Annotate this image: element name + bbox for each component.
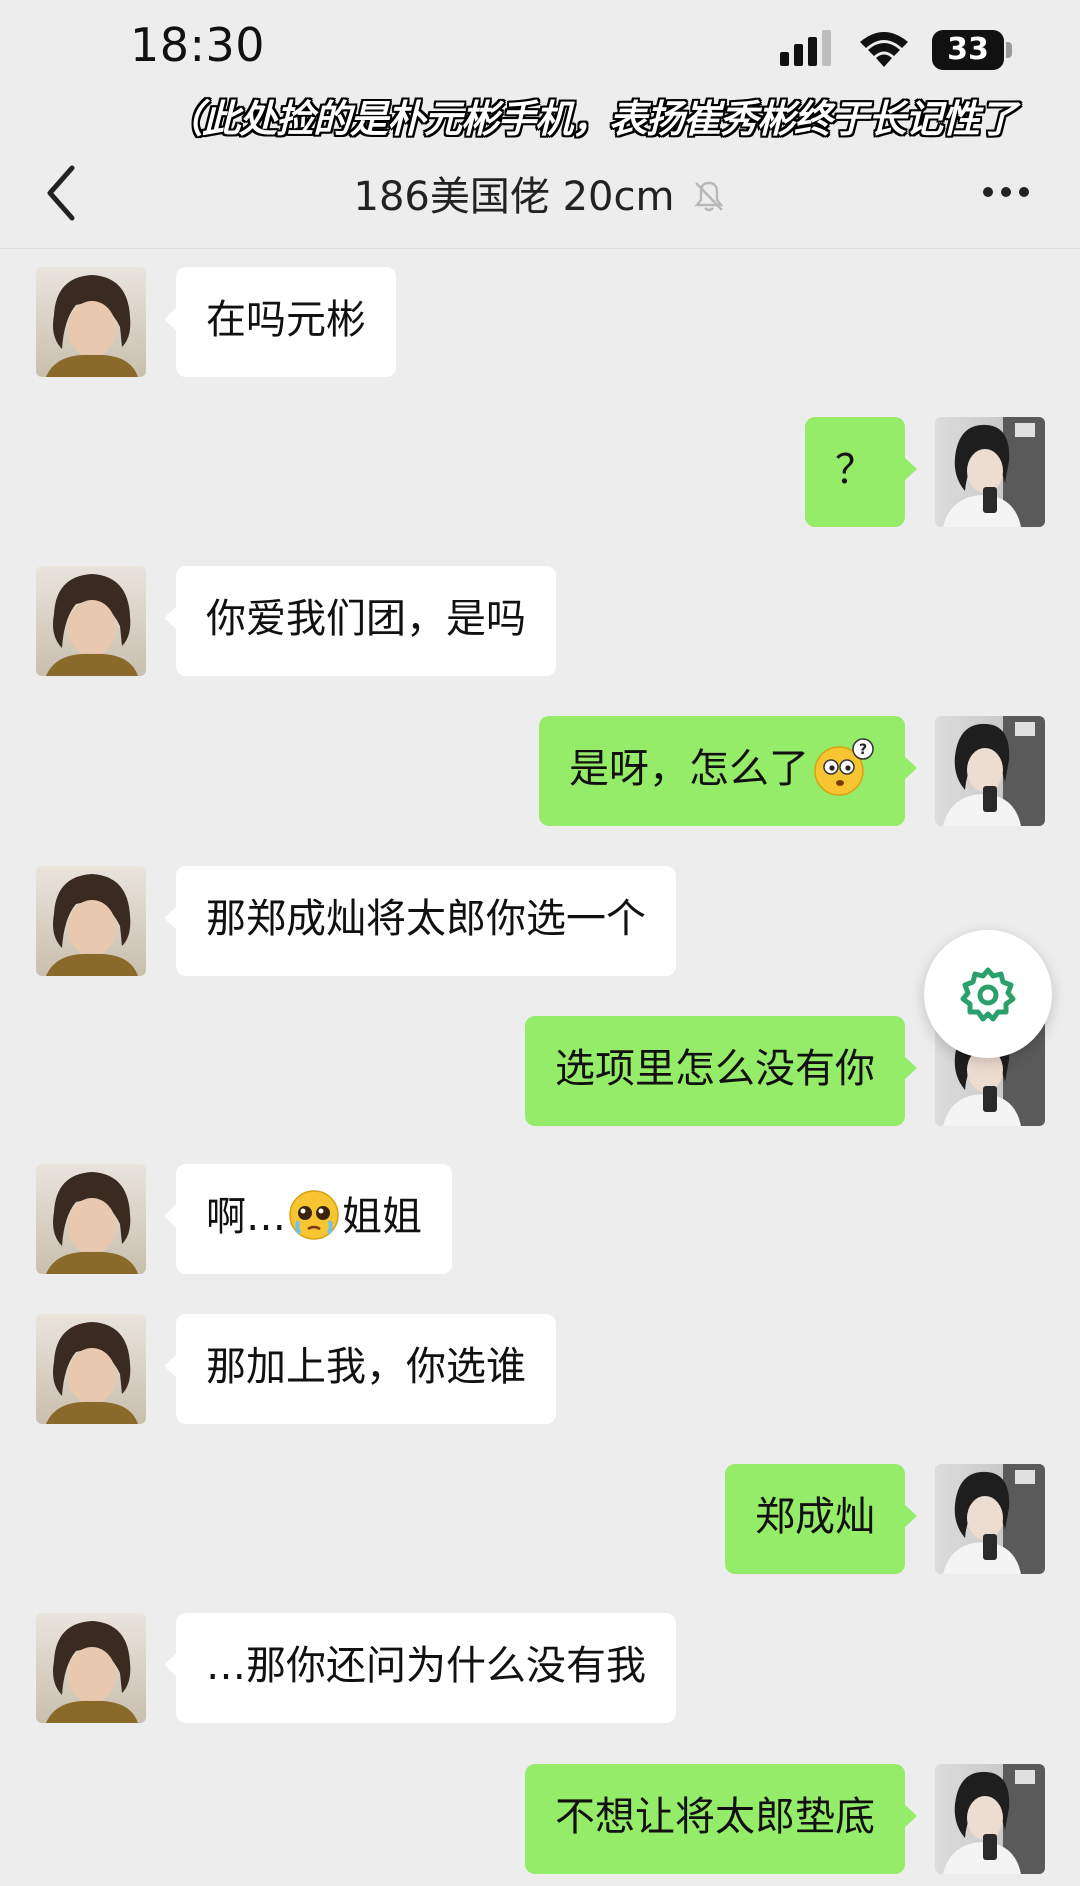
battery-level: 33 (947, 32, 989, 67)
message-text-before: 啊… (206, 1194, 286, 1240)
overlay-caption: （此处捡的是朴元彬手机，表扬崔秀彬终于长记性了 (165, 97, 1017, 141)
message-text: …那你还问为什么没有我 (206, 1643, 646, 1689)
self-avatar[interactable] (935, 716, 1045, 826)
message-bubble[interactable]: 那郑成灿将太郎你选一个 (164, 866, 676, 976)
message-bubble[interactable]: 你爱我们团，是吗 (164, 566, 556, 676)
message-text: 是呀，怎么了 (569, 746, 809, 792)
status-bar: 18:30 33 （此处捡的是朴元彬手机，表扬崔秀彬终于长记性了 (0, 0, 1080, 141)
message-text: 那加上我，你选谁 (206, 1344, 526, 1390)
contact-avatar[interactable] (36, 866, 146, 976)
message-text: 你爱我们团，是吗 (206, 596, 526, 642)
pleading-emoji-icon (289, 1190, 339, 1240)
chat-title-text: 186美国佬 20cm (353, 174, 675, 220)
contact-avatar[interactable] (36, 1314, 146, 1424)
battery-icon: 33 (932, 30, 1012, 70)
message-bubble[interactable]: 郑成灿 (725, 1464, 917, 1574)
gear-icon (960, 967, 1016, 1022)
message-text: 在吗元彬 (206, 297, 366, 343)
chat-title: 186美国佬 20cm (0, 164, 1080, 222)
svg-text:?: ? (859, 742, 867, 758)
confused-emoji-icon: ? (814, 738, 874, 796)
message-text: 郑成灿 (755, 1494, 875, 1540)
message-bubble[interactable]: 在吗元彬 (164, 267, 396, 377)
chat-header: 186美国佬 20cm (0, 140, 1080, 250)
message-bubble[interactable]: 不想让将太郎垫底 (525, 1764, 917, 1874)
floating-settings-button[interactable] (924, 930, 1052, 1058)
contact-avatar[interactable] (36, 1164, 146, 1274)
message-text: ？ (835, 447, 875, 493)
self-avatar[interactable] (935, 1764, 1045, 1874)
more-icon[interactable] (980, 172, 1032, 212)
signal-icon (780, 30, 831, 66)
contact-avatar[interactable] (36, 267, 146, 377)
message-text-after: 姐姐 (342, 1194, 422, 1240)
message-text: 不想让将太郎垫底 (555, 1794, 875, 1840)
contact-avatar[interactable] (36, 566, 146, 676)
wifi-icon (860, 32, 908, 67)
message-bubble[interactable]: 啊… 姐姐 (164, 1164, 452, 1274)
message-bubble[interactable]: 是呀，怎么了? (539, 716, 917, 826)
self-avatar[interactable] (935, 1464, 1045, 1574)
message-bubble[interactable]: ？ (805, 417, 917, 527)
self-avatar[interactable] (935, 417, 1045, 527)
message-bubble[interactable]: 选项里怎么没有你 (525, 1016, 917, 1126)
header-divider (0, 248, 1080, 249)
status-time: 18:30 (130, 18, 266, 72)
message-bubble[interactable]: 那加上我，你选谁 (164, 1314, 556, 1424)
message-text: 选项里怎么没有你 (555, 1046, 875, 1092)
mute-bell-icon (694, 181, 724, 212)
contact-avatar[interactable] (36, 1613, 146, 1723)
message-bubble[interactable]: …那你还问为什么没有我 (164, 1613, 676, 1723)
message-text: 那郑成灿将太郎你选一个 (206, 896, 646, 942)
